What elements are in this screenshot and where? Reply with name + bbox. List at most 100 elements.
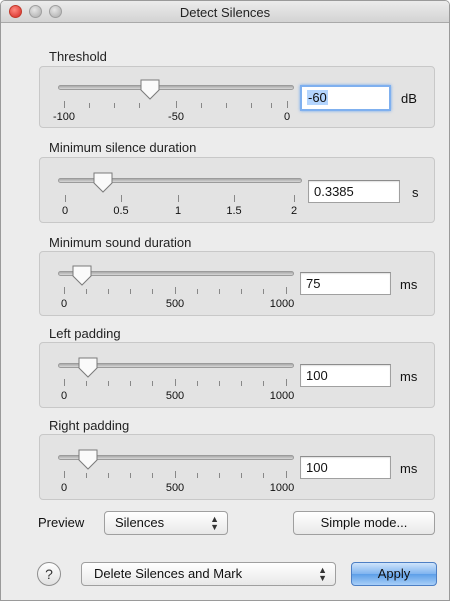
min-sound-slider-track[interactable] (58, 271, 294, 276)
threshold-tick-label: 0 (283, 111, 291, 123)
threshold-tick-label: -100 (52, 111, 76, 123)
tick (226, 103, 227, 108)
preview-popup[interactable]: Silences ▲ ▼ (104, 511, 228, 535)
tick (176, 101, 177, 108)
right-padding-tick-label: 1000 (269, 482, 295, 494)
tick (251, 103, 252, 108)
tick (64, 379, 65, 386)
tick (139, 103, 140, 108)
tick (108, 381, 109, 386)
right-padding-label: Right padding (49, 418, 130, 433)
tick (271, 103, 272, 108)
preview-label: Preview (38, 515, 85, 530)
tick (241, 289, 242, 294)
tick (241, 381, 242, 386)
tick (108, 289, 109, 294)
min-sound-tick-label: 0 (60, 298, 68, 310)
tick (108, 473, 109, 478)
tick (287, 101, 288, 108)
left-padding-label: Left padding (49, 326, 121, 341)
tick (89, 103, 90, 108)
left-padding-tick-label: 0 (60, 390, 68, 402)
window-title: Detect Silences (179, 5, 271, 20)
tick (64, 287, 65, 294)
threshold-tick-label: -50 (168, 111, 184, 123)
min-sound-slider-thumb[interactable] (71, 264, 93, 286)
right-padding-tick-label: 0 (60, 482, 68, 494)
tick (130, 381, 131, 386)
help-button[interactable]: ? (37, 562, 61, 586)
tick (263, 381, 264, 386)
detect-silences-dialog: Detect Silences Threshold -100 -50 0 -60… (0, 0, 450, 601)
threshold-input[interactable]: -60 (300, 85, 391, 111)
tick (130, 289, 131, 294)
min-silence-unit: s (412, 185, 419, 200)
tick (121, 195, 122, 202)
tick (294, 195, 295, 202)
tick (197, 473, 198, 478)
tick (86, 289, 87, 294)
tick (286, 379, 287, 386)
threshold-label: Threshold (49, 49, 107, 64)
min-silence-input[interactable]: 0.3385 (308, 180, 400, 203)
tick (234, 195, 235, 202)
min-silence-tick-label: 0.5 (113, 205, 129, 217)
left-padding-tick-label: 1000 (269, 390, 295, 402)
tick (219, 381, 220, 386)
apply-button[interactable]: Apply (351, 562, 437, 586)
tick (86, 381, 87, 386)
tick (114, 103, 115, 108)
right-padding-slider-thumb[interactable] (77, 448, 99, 470)
tick (86, 473, 87, 478)
tick (197, 289, 198, 294)
tick (197, 381, 198, 386)
right-padding-unit: ms (400, 461, 418, 476)
threshold-slider-thumb[interactable] (139, 78, 161, 100)
tick (152, 473, 153, 478)
tick (201, 103, 202, 108)
min-sound-tick-label: 1000 (269, 298, 295, 310)
tick (152, 289, 153, 294)
threshold-slider-track[interactable] (58, 85, 294, 90)
tick (286, 287, 287, 294)
min-sound-unit: ms (400, 277, 418, 292)
min-sound-input[interactable]: 75 (300, 272, 391, 295)
threshold-value: -60 (307, 90, 328, 105)
tick (286, 471, 287, 478)
tick (219, 289, 220, 294)
action-popup[interactable]: Delete Silences and Mark ▲ ▼ (81, 562, 336, 586)
min-silence-tick-label: 1.5 (226, 205, 242, 217)
tick (219, 473, 220, 478)
min-silence-label: Minimum silence duration (49, 140, 197, 155)
tick (65, 195, 66, 202)
tick (152, 381, 153, 386)
tick (175, 471, 176, 478)
updown-arrows-icon: ▲ ▼ (318, 565, 327, 583)
min-silence-slider-thumb[interactable] (92, 171, 114, 193)
left-padding-input[interactable]: 100 (300, 364, 391, 387)
tick (263, 473, 264, 478)
tick (263, 289, 264, 294)
action-selected: Delete Silences and Mark (94, 566, 243, 581)
threshold-unit: dB (401, 91, 417, 106)
left-padding-slider-thumb[interactable] (77, 356, 99, 378)
title-bar: Detect Silences (1, 1, 449, 23)
tick (64, 101, 65, 108)
tick (130, 473, 131, 478)
simple-mode-button[interactable]: Simple mode... (293, 511, 435, 535)
tick (175, 287, 176, 294)
left-padding-unit: ms (400, 369, 418, 384)
min-silence-tick-label: 0 (61, 205, 69, 217)
tick (241, 473, 242, 478)
min-silence-tick-label: 2 (290, 205, 298, 217)
tick (64, 471, 65, 478)
preview-selected: Silences (115, 515, 165, 530)
updown-arrows-icon: ▲ ▼ (210, 514, 219, 532)
min-sound-tick-label: 500 (165, 298, 185, 310)
tick (175, 379, 176, 386)
min-sound-label: Minimum sound duration (49, 235, 192, 250)
left-padding-tick-label: 500 (165, 390, 185, 402)
right-padding-input[interactable]: 100 (300, 456, 391, 479)
tick (178, 195, 179, 202)
min-silence-tick-label: 1 (174, 205, 182, 217)
